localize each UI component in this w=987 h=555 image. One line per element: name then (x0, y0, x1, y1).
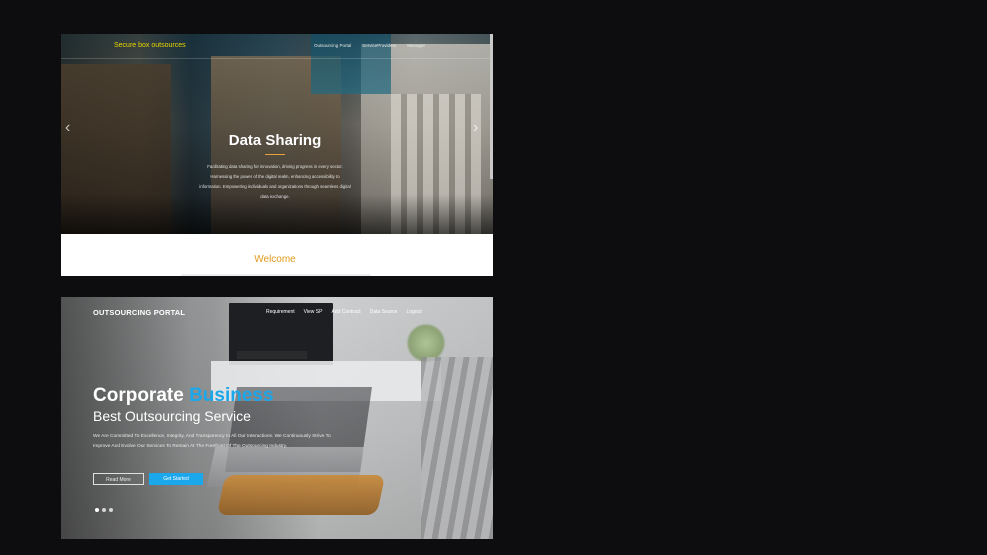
nav-item-outsourcing-portal[interactable]: Outsourcing Portal (314, 43, 351, 48)
nav-item-add-contract[interactable]: Add Contract (331, 309, 360, 315)
top-navbar: Secure box outsources Outsourcing Portal… (61, 34, 493, 59)
read-more-button[interactable]: Read More (93, 473, 144, 485)
hero-banner: Secure box outsources Outsourcing Portal… (61, 34, 493, 234)
nav-item-view-sp[interactable]: View SP (304, 309, 323, 315)
carousel-dot-3[interactable] (109, 508, 113, 512)
nav-menu: Outsourcing Portal ServiceProviders Mana… (314, 43, 425, 48)
speaker (237, 351, 307, 359)
get-started-button[interactable]: Get Started (149, 473, 203, 485)
nav-item-requirement[interactable]: Requirement (266, 309, 295, 315)
nav-item-data-source[interactable]: Data Source (370, 309, 398, 315)
brand-logo[interactable]: OUTSOURCING PORTAL (93, 308, 185, 317)
hero-headline: Corporate Business (93, 385, 274, 407)
nav-item-service-providers[interactable]: ServiceProviders (362, 43, 396, 48)
leather-sleeve (216, 475, 386, 515)
curtain (421, 357, 493, 539)
nav-item-manager[interactable]: Manager (407, 43, 425, 48)
brand-logo[interactable]: Secure box outsources (114, 42, 186, 49)
carousel-dot-2[interactable] (102, 508, 106, 512)
section-divider (181, 274, 371, 276)
scrollbar[interactable] (490, 34, 493, 179)
hero-subheadline: Best Outsourcing Service (93, 408, 251, 424)
title-divider (265, 154, 285, 155)
nav-menu: Requirement View SP Add Contract Data So… (266, 309, 422, 315)
nav-item-logout[interactable]: Logout (406, 309, 421, 315)
headline-plain: Corporate (93, 385, 190, 406)
headline-accent: Business (189, 385, 274, 406)
hero-description: Facilitating data sharing for innovation… (199, 164, 351, 199)
data-sharing-screenshot: Secure box outsources Outsourcing Portal… (61, 34, 493, 276)
carousel-indicators (95, 508, 113, 512)
welcome-heading: Welcome (254, 254, 296, 265)
hero-description: We Are Committed To Excellence, Integrit… (93, 434, 331, 449)
carousel-dot-1[interactable] (95, 508, 99, 512)
hero-title: Data Sharing (228, 132, 322, 149)
outsourcing-portal-screenshot: OUTSOURCING PORTAL Requirement View SP A… (61, 297, 493, 539)
